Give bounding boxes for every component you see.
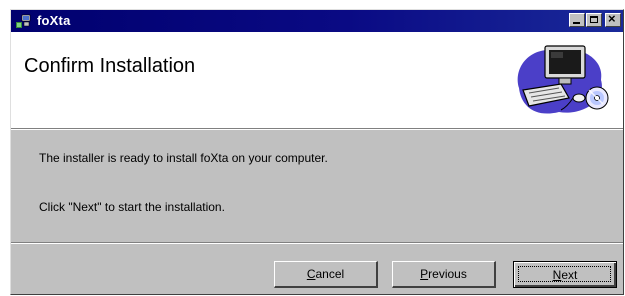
title-bar[interactable]: foXta × — [11, 10, 623, 32]
ready-message: The installer is ready to install foXta … — [39, 151, 328, 165]
footer-divider — [11, 242, 623, 244]
cancel-accelerator: C — [306, 267, 316, 281]
cancel-button[interactable]: Cancel — [274, 261, 378, 288]
cancel-label: ancel — [315, 267, 345, 281]
minimize-icon — [573, 22, 580, 24]
previous-label: revious — [428, 267, 467, 281]
maximize-icon — [590, 16, 598, 23]
app-icon — [16, 14, 31, 28]
close-icon: × — [608, 11, 616, 26]
header-banner: Confirm Installation — [11, 32, 623, 129]
maximize-button[interactable] — [586, 13, 602, 27]
page-title: Confirm Installation — [24, 55, 196, 77]
window-title: foXta — [37, 13, 71, 28]
previous-accelerator: P — [420, 267, 429, 281]
focus-rectangle — [518, 266, 611, 282]
installer-window: foXta × Confirm Installation The install… — [10, 9, 624, 295]
next-button[interactable]: Next — [513, 261, 617, 288]
instruction-message: Click "Next" to start the installation. — [39, 200, 225, 214]
previous-button[interactable]: Previous — [392, 261, 496, 288]
close-button[interactable]: × — [605, 11, 621, 27]
computer-install-icon — [517, 45, 609, 114]
minimize-button[interactable] — [569, 13, 585, 27]
banner-divider — [11, 129, 623, 130]
